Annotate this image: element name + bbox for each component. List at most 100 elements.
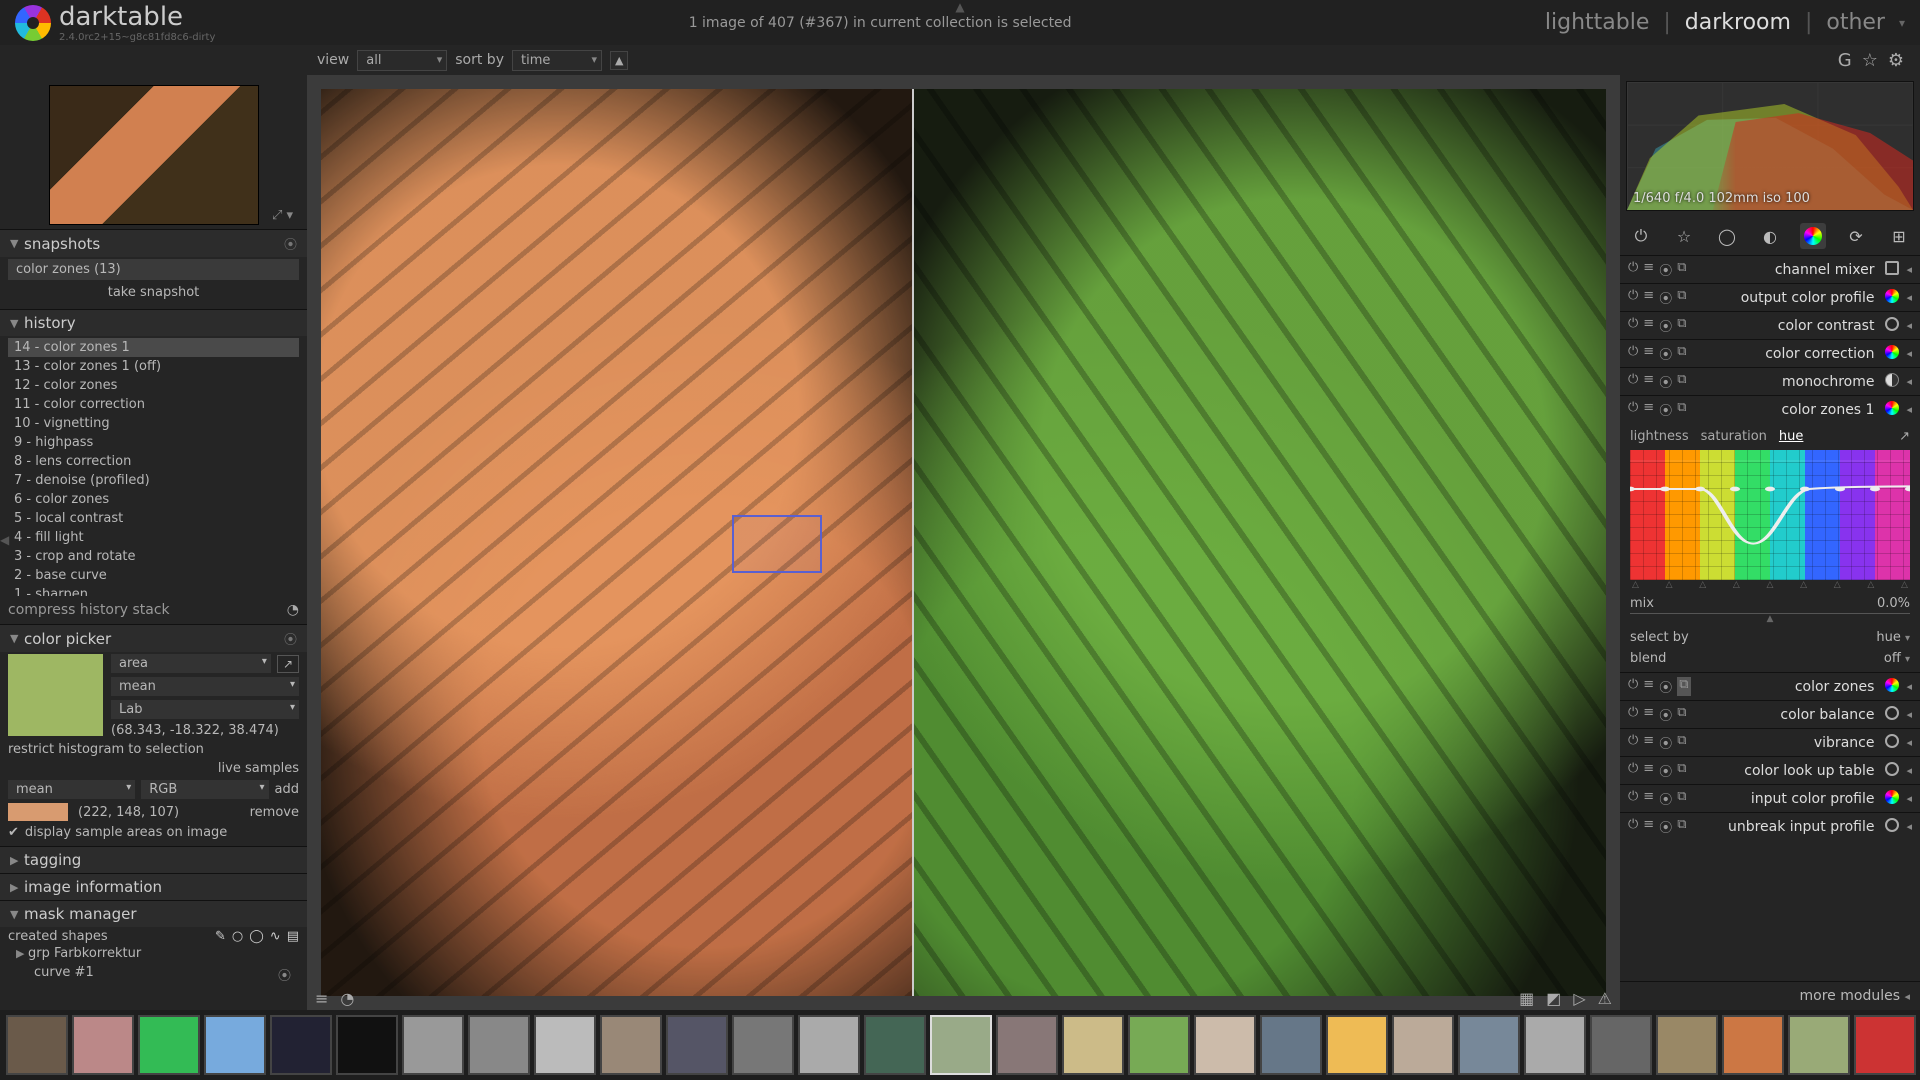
history-item[interactable]: 11 - color correction [8,395,299,414]
filmstrip-thumb[interactable] [930,1015,992,1075]
module-row-color-balance[interactable]: ⏻≡⦿⧉color balance◂ [1620,700,1920,728]
filmstrip-thumb[interactable] [1590,1015,1652,1075]
picker-colormodel-dropdown[interactable]: Lab [111,700,299,719]
group-active-icon[interactable]: ⏻ [1628,223,1654,249]
tagging-header[interactable]: ▶ tagging [0,847,307,873]
module-power-icon[interactable]: ⏻ [1628,288,1638,307]
circle-icon[interactable]: ○ [232,929,243,944]
module-reset-icon[interactable]: ⦿ [1659,789,1672,808]
preferences-gear-icon[interactable]: ⚙ [1888,50,1904,71]
filmstrip-thumb[interactable] [798,1015,860,1075]
mask-shape-item[interactable]: curve #1 ⦿ [8,963,299,986]
module-presets-icon[interactable]: ≡ [1643,400,1654,419]
picker-mode-dropdown[interactable]: area [111,654,271,673]
picker-area-box[interactable] [732,515,822,573]
module-power-icon[interactable]: ⏻ [1628,705,1638,724]
history-item[interactable]: 10 - vignetting [8,414,299,433]
snapshots-header[interactable]: ▼ snapshots ⦿ [0,230,307,257]
history-item[interactable]: 3 - crop and rotate [8,547,299,566]
image-information-header[interactable]: ▶ image information [0,874,307,900]
mask-manager-header[interactable]: ▼ mask manager [0,901,307,927]
module-reset-icon[interactable]: ⦿ [1659,733,1672,752]
restrict-histogram-label[interactable]: restrict histogram to selection [8,742,299,757]
filmstrip-thumb[interactable] [1788,1015,1850,1075]
filmstrip-thumb[interactable] [1524,1015,1586,1075]
module-reset-icon[interactable]: ⦿ [1659,260,1672,279]
styles-apply-icon[interactable]: ◔ [287,602,299,618]
module-row-input-color-profile[interactable]: ⏻≡⦿⧉input color profile◂ [1620,784,1920,812]
history-item[interactable]: 13 - color zones 1 (off) [8,357,299,376]
module-power-icon[interactable]: ⏻ [1628,677,1638,696]
filmstrip-thumb[interactable] [270,1015,332,1075]
module-presets-icon[interactable]: ≡ [1643,288,1654,307]
module-row-channel-mixer[interactable]: ⏻≡⦿⧉channel mixer◂ [1620,255,1920,283]
module-reset-icon[interactable]: ⦿ [1659,677,1672,696]
module-presets-icon[interactable]: ≡ [1643,789,1654,808]
sample-stat-dropdown[interactable]: mean [8,780,135,799]
styles-icon[interactable]: ◔ [340,989,354,1008]
filmstrip-thumb[interactable] [402,1015,464,1075]
module-power-icon[interactable]: ⏻ [1628,372,1638,391]
edge-handle-left[interactable]: ◀ [0,533,9,547]
cz-select-value[interactable]: hue ▾ [1876,630,1910,645]
module-power-icon[interactable]: ⏻ [1628,789,1638,808]
overlays-star-icon[interactable]: ☆ [1862,50,1878,71]
history-item[interactable]: 2 - base curve [8,566,299,585]
module-power-icon[interactable]: ⏻ [1628,761,1638,780]
filmstrip-thumb[interactable] [336,1015,398,1075]
overexposed-icon[interactable]: ▷ [1573,989,1585,1008]
filmstrip-thumb[interactable] [1194,1015,1256,1075]
quick-presets-icon[interactable]: ≡ [315,989,328,1008]
module-row-color-zones[interactable]: ⏻≡⦿⧉color zones◂ [1620,672,1920,700]
filmstrip-thumb[interactable] [468,1015,530,1075]
filmstrip-thumb[interactable] [1656,1015,1718,1075]
edge-handle-top[interactable]: ▲ [955,0,964,14]
module-row-color-contrast[interactable]: ⏻≡⦿⧉color contrast◂ [1620,311,1920,339]
filmstrip[interactable] [0,1010,1920,1080]
color-zones-curve[interactable] [1630,450,1910,580]
sort-field-dropdown[interactable]: time [512,50,602,71]
module-power-icon[interactable]: ⏻ [1628,260,1638,279]
history-item[interactable]: 4 - fill light [8,528,299,547]
add-sample-button[interactable]: add [275,782,299,797]
module-power-icon[interactable]: ⏻ [1628,344,1638,363]
filmstrip-thumb[interactable] [732,1015,794,1075]
module-presets-icon[interactable]: ≡ [1643,316,1654,335]
filmstrip-thumb[interactable] [996,1015,1058,1075]
tab-darkroom[interactable]: darkroom [1685,10,1791,35]
history-item[interactable]: 9 - highpass [8,433,299,452]
module-row-vibrance[interactable]: ⏻≡⦿⧉vibrance◂ [1620,728,1920,756]
module-power-icon[interactable]: ⏻ [1628,316,1638,335]
module-reset-icon[interactable]: ⦿ [1659,400,1672,419]
snapshot-item[interactable]: color zones (13) [8,259,299,280]
filmstrip-thumb[interactable] [1326,1015,1388,1075]
compress-history-button[interactable]: compress history stack [8,602,281,618]
sample-model-dropdown[interactable]: RGB [141,780,268,799]
filmstrip-thumb[interactable] [666,1015,728,1075]
module-power-icon[interactable]: ⏻ [1628,817,1638,836]
module-reset-icon[interactable]: ⦿ [1659,817,1672,836]
filmstrip-thumb[interactable] [534,1015,596,1075]
other-dropdown-icon[interactable]: ▾ [1899,16,1905,30]
module-reset-icon[interactable]: ⦿ [1659,288,1672,307]
filmstrip-thumb[interactable] [1458,1015,1520,1075]
nav-zoom-icon[interactable]: ⤢ ▾ [272,208,293,223]
history-item[interactable]: 14 - color zones 1 [8,338,299,357]
ellipse-icon[interactable]: ◯ [249,929,264,944]
reset-icon[interactable]: ⦿ [284,629,297,648]
filmstrip-thumb[interactable] [600,1015,662,1075]
color-picker-header[interactable]: ▼ color picker ⦿ [0,625,307,652]
center-canvas[interactable]: ≡ ◔ ▦ ◩ ▷ ⚠ [307,75,1620,1010]
module-presets-icon[interactable]: ≡ [1643,344,1654,363]
module-reset-icon[interactable]: ⦿ [1659,761,1672,780]
history-item[interactable]: 7 - denoise (profiled) [8,471,299,490]
module-reset-icon[interactable]: ⦿ [1659,344,1672,363]
group-basic-icon[interactable]: ◯ [1714,223,1740,249]
filmstrip-thumb[interactable] [1260,1015,1322,1075]
more-modules-button[interactable]: more modules ◂ [1620,981,1920,1010]
view-filter-dropdown[interactable]: all [357,50,447,71]
cz-reset-icon[interactable]: ↗ [1899,429,1910,444]
sort-reverse-button[interactable]: ▲ [610,51,628,70]
filmstrip-thumb[interactable] [138,1015,200,1075]
module-presets-icon[interactable]: ≡ [1643,372,1654,391]
